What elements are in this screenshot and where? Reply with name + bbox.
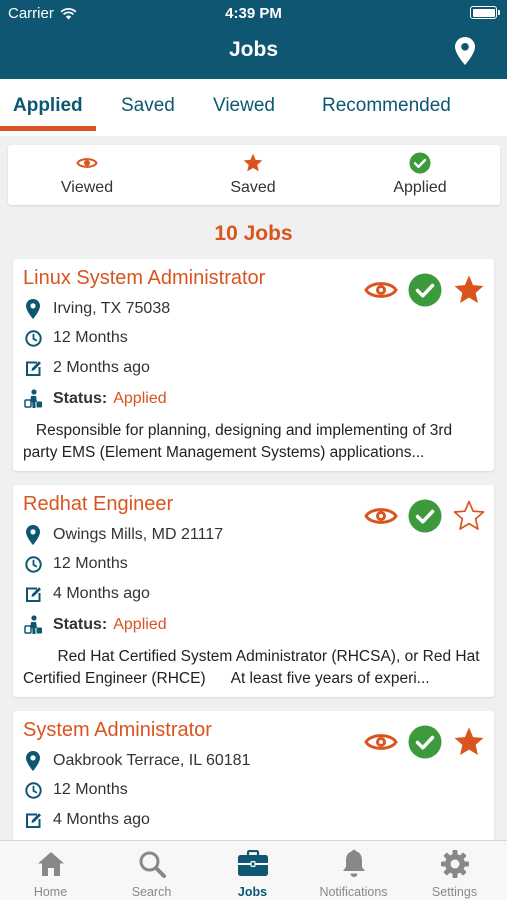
briefcase-icon xyxy=(237,850,268,876)
edit-icon xyxy=(23,584,43,604)
status-value: Applied xyxy=(113,390,167,407)
filter-viewed[interactable]: Viewed xyxy=(32,151,142,197)
job-actions xyxy=(364,725,486,759)
active-tab-indicator xyxy=(0,126,96,131)
job-duration: 12 Months xyxy=(53,329,128,346)
job-card[interactable]: Linux System Administrator Irving, TX 75… xyxy=(13,259,494,471)
edit-icon xyxy=(23,358,43,378)
map-pin-icon[interactable] xyxy=(455,37,475,70)
filter-saved[interactable]: Saved xyxy=(198,151,308,197)
duration-row: 12 Months xyxy=(23,554,128,574)
job-posted: 4 Months ago xyxy=(53,811,150,828)
check-circle-icon xyxy=(409,152,431,174)
clock-icon xyxy=(23,328,43,348)
status-bar: Carrier 4:39 PM xyxy=(0,0,507,28)
star-icon[interactable] xyxy=(452,273,486,307)
job-title[interactable]: System Administrator xyxy=(23,719,212,742)
job-title[interactable]: Redhat Engineer xyxy=(23,493,173,516)
eye-icon[interactable] xyxy=(364,278,398,302)
posted-row: 4 Months ago xyxy=(23,810,150,830)
bottom-tab-bar: Home Search Jobs Notifications Settings xyxy=(0,840,507,900)
filter-card: Viewed Saved Applied xyxy=(8,145,500,205)
job-actions xyxy=(364,499,486,533)
job-duration: 12 Months xyxy=(53,555,128,572)
tabbar-jobs[interactable]: Jobs xyxy=(202,849,303,899)
status-label: Status: xyxy=(53,390,108,407)
tab-saved[interactable]: Saved xyxy=(121,95,175,117)
tabbar-search[interactable]: Search xyxy=(101,849,202,899)
eye-icon[interactable] xyxy=(364,730,398,754)
job-duration: 12 Months xyxy=(53,781,128,798)
header: Carrier 4:39 PM Jobs xyxy=(0,0,507,79)
job-card[interactable]: Redhat Engineer Owings Mills, MD 21117 1… xyxy=(13,485,494,697)
tab-applied[interactable]: Applied xyxy=(13,95,83,117)
location-pin-icon xyxy=(23,751,43,771)
home-icon xyxy=(37,852,64,876)
search-icon xyxy=(139,851,166,878)
status-value: Applied xyxy=(113,616,167,633)
tabbar-notifications[interactable]: Notifications xyxy=(303,849,404,899)
location-row: Oakbrook Terrace, IL 60181 xyxy=(23,751,250,771)
job-description: Red Hat Certified System Administrator (… xyxy=(23,648,484,687)
tabbar-home[interactable]: Home xyxy=(0,849,101,899)
battery-icon xyxy=(470,6,500,19)
clock-icon xyxy=(23,554,43,574)
status-row: Status: Applied xyxy=(23,615,167,635)
location-pin-icon xyxy=(23,299,43,319)
tabbar-label: Search xyxy=(131,885,172,899)
tabbar-settings[interactable]: Settings xyxy=(404,849,505,899)
clock: 4:39 PM xyxy=(225,5,282,22)
filter-label: Viewed xyxy=(60,179,114,196)
duration-row: 12 Months xyxy=(23,328,128,348)
applicant-icon xyxy=(23,389,43,409)
jobs-count: 10 Jobs xyxy=(214,222,293,245)
job-location: Oakbrook Terrace, IL 60181 xyxy=(53,752,251,769)
job-posted: 4 Months ago xyxy=(53,585,150,602)
check-circle-icon[interactable] xyxy=(408,273,442,307)
posted-row: 4 Months ago xyxy=(23,584,150,604)
eye-icon[interactable] xyxy=(364,504,398,528)
gear-icon xyxy=(440,850,469,878)
job-location: Irving, TX 75038 xyxy=(53,300,171,317)
check-circle-icon[interactable] xyxy=(408,725,442,759)
location-pin-icon xyxy=(23,525,43,545)
tabbar-label: Home xyxy=(33,885,68,899)
duration-row: 12 Months xyxy=(23,780,128,800)
applicant-icon xyxy=(23,615,43,635)
star-icon xyxy=(243,153,263,172)
edit-icon xyxy=(23,810,43,830)
filter-label: Applied xyxy=(393,179,447,196)
tabbar-label: Settings xyxy=(431,885,478,899)
job-location: Owings Mills, MD 21117 xyxy=(53,526,224,543)
location-row: Irving, TX 75038 xyxy=(23,299,170,319)
filter-label: Saved xyxy=(230,179,276,196)
tab-recommended[interactable]: Recommended xyxy=(322,95,451,117)
tab-viewed[interactable]: Viewed xyxy=(213,95,275,117)
bell-icon xyxy=(342,849,365,877)
tabbar-label: Jobs xyxy=(237,885,268,899)
filter-applied[interactable]: Applied xyxy=(365,151,475,197)
star-icon[interactable] xyxy=(452,725,486,759)
posted-row: 2 Months ago xyxy=(23,358,150,378)
job-posted: 2 Months ago xyxy=(53,359,150,376)
status-row: Status: Applied xyxy=(23,389,167,409)
job-card[interactable]: System Administrator Oakbrook Terrace, I… xyxy=(13,711,494,851)
location-row: Owings Mills, MD 21117 xyxy=(23,525,223,545)
clock-icon xyxy=(23,780,43,800)
star-outline-icon[interactable] xyxy=(452,499,486,533)
job-actions xyxy=(364,273,486,307)
check-circle-icon[interactable] xyxy=(408,499,442,533)
eye-icon xyxy=(76,158,98,168)
tabbar-label: Notifications xyxy=(319,885,388,899)
job-description: Responsible for planning, designing and … xyxy=(23,422,457,461)
status-label: Status: xyxy=(53,616,108,633)
job-title[interactable]: Linux System Administrator xyxy=(23,267,265,290)
page-title: Jobs xyxy=(228,38,278,61)
